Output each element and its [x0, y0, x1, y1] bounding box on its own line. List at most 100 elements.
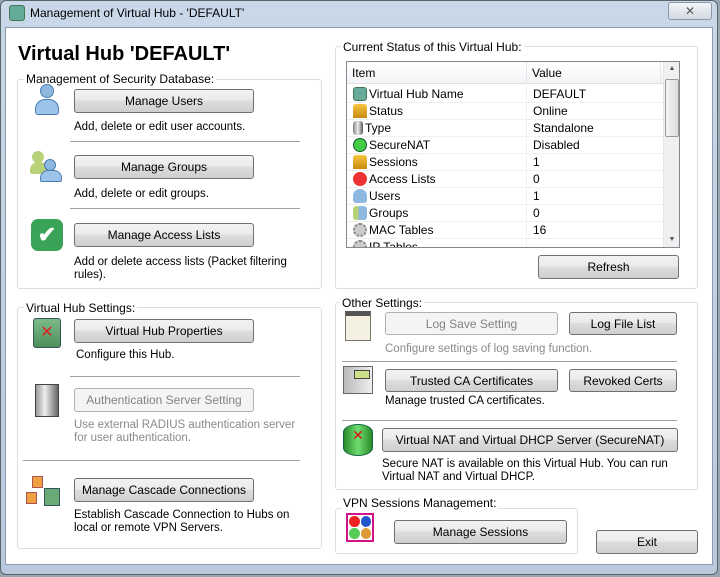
securenat-button[interactable]: Virtual NAT and Virtual DHCP Server (Sec…	[382, 428, 678, 452]
ca-desc: Manage trusted CA certificates.	[385, 395, 545, 407]
scroll-down-icon[interactable]: ▼	[664, 233, 679, 247]
row-value: Standalone	[533, 121, 594, 135]
clipboard-icon	[345, 311, 371, 341]
user-icon	[353, 189, 367, 203]
status-list: Item Value Virtual Hub Name DEFAULT Status…	[346, 61, 680, 248]
table-row[interactable]: Groups 0	[347, 205, 663, 222]
row-item: Users	[347, 188, 527, 204]
row-item: Access Lists	[347, 171, 527, 187]
securenat-desc: Secure NAT is available on this Virtual …	[382, 458, 668, 483]
row-item-label: Virtual Hub Name	[369, 87, 464, 101]
manage-users-desc: Add, delete or edit user accounts.	[74, 121, 246, 133]
manage-sessions-button[interactable]: Manage Sessions	[394, 520, 567, 544]
hub-settings-legend: Virtual Hub Settings:	[24, 301, 138, 315]
group-icon	[353, 206, 367, 220]
table-row[interactable]: Sessions 1	[347, 154, 663, 171]
row-item-label: Groups	[369, 206, 409, 220]
page-title: Virtual Hub 'DEFAULT'	[18, 43, 231, 65]
row-value: 0	[533, 172, 540, 186]
scrollbar[interactable]: ▲ ▼	[663, 62, 679, 247]
row-value: Disabled	[533, 138, 580, 152]
manage-users-button[interactable]: Manage Users	[74, 89, 254, 113]
group-icon	[30, 151, 64, 183]
log-file-list-button[interactable]: Log File List	[569, 312, 677, 335]
divider	[23, 460, 300, 461]
row-item: Type	[347, 120, 527, 136]
manage-access-lists-desc: Add or delete access lists (Packet filte…	[74, 256, 287, 281]
manage-cascade-connections-button[interactable]: Manage Cascade Connections	[74, 478, 254, 502]
refresh-button[interactable]: Refresh	[538, 255, 679, 279]
row-value: 1	[533, 189, 540, 203]
row-value	[527, 239, 533, 247]
virtual-hub-properties-button[interactable]: Virtual Hub Properties	[74, 319, 254, 343]
manage-cascade-desc: Establish Cascade Connection to Hubs on …	[74, 509, 290, 534]
authentication-server-setting-button[interactable]: Authentication Server Setting	[74, 388, 254, 412]
table-row[interactable]: Status Online	[347, 103, 663, 120]
revoked-certs-button[interactable]: Revoked Certs	[569, 369, 677, 392]
session-icon	[353, 155, 367, 169]
list-header: Item Value	[347, 62, 663, 84]
stop-icon	[353, 172, 367, 186]
row-value: 1	[533, 155, 540, 169]
router-icon: ✕	[343, 424, 373, 456]
sessions-icon	[346, 513, 374, 542]
status-legend: Current Status of this Virtual Hub:	[341, 40, 524, 54]
column-header-item[interactable]: Item	[347, 62, 527, 83]
row-item-label: MAC Tables	[369, 223, 434, 237]
server-icon	[35, 384, 59, 417]
scroll-up-icon[interactable]: ▲	[664, 62, 679, 76]
router-icon	[353, 138, 367, 152]
virtual-hub-properties-desc: Configure this Hub.	[76, 349, 175, 361]
table-row[interactable]: SecureNAT Disabled	[347, 137, 663, 154]
row-item-label: Sessions	[369, 155, 418, 169]
row-item-label: IP Tables	[369, 240, 418, 248]
authentication-server-desc: Use external RADIUS authentication serve…	[74, 419, 296, 444]
hub-icon	[9, 5, 25, 21]
divider	[342, 361, 677, 362]
manage-groups-desc: Add, delete or edit groups.	[74, 188, 209, 200]
table-row[interactable]: Users 1	[347, 188, 663, 205]
close-button[interactable]: ✕	[668, 2, 712, 20]
row-item: MAC Tables	[347, 222, 527, 238]
row-item: SecureNAT	[347, 137, 527, 153]
row-item: Sessions	[347, 154, 527, 170]
table-row[interactable]: Access Lists 0	[347, 171, 663, 188]
row-item: Virtual Hub Name	[347, 86, 527, 102]
table-row[interactable]: MAC Tables 16	[347, 222, 663, 239]
log-save-setting-button[interactable]: Log Save Setting	[385, 312, 558, 335]
gear-icon	[353, 240, 367, 247]
row-item: Status	[347, 103, 527, 119]
row-value: Online	[533, 104, 568, 118]
manage-access-lists-button[interactable]: Manage Access Lists	[74, 223, 254, 247]
table-row[interactable]: Virtual Hub Name DEFAULT	[347, 86, 663, 103]
trusted-ca-certificates-button[interactable]: Trusted CA Certificates	[385, 369, 558, 392]
window-title: Management of Virtual Hub - 'DEFAULT'	[30, 6, 245, 20]
row-item-label: SecureNAT	[369, 138, 431, 152]
exit-button[interactable]: Exit	[596, 530, 698, 554]
table-row[interactable]: IP Tables	[347, 239, 663, 248]
other-settings-legend: Other Settings:	[340, 296, 425, 310]
table-row[interactable]: Type Standalone	[347, 120, 663, 137]
divider	[342, 420, 677, 421]
divider	[70, 141, 300, 142]
divider	[70, 208, 300, 209]
divider	[70, 376, 300, 377]
gear-icon	[353, 223, 367, 237]
row-value: DEFAULT	[533, 87, 587, 101]
hub-properties-icon: ✕	[33, 318, 61, 348]
row-item-label: Status	[369, 104, 404, 118]
row-item: IP Tables	[347, 239, 527, 248]
server-icon	[353, 121, 363, 135]
cascade-icon	[26, 476, 62, 510]
scroll-thumb[interactable]	[665, 79, 679, 137]
row-item-label: Type	[365, 121, 392, 135]
manage-groups-button[interactable]: Manage Groups	[74, 155, 254, 179]
session-icon	[353, 104, 367, 118]
column-header-value[interactable]: Value	[527, 62, 661, 83]
hub-icon	[353, 87, 367, 101]
row-value: 16	[533, 223, 547, 237]
checkmark-icon: ✔	[31, 219, 63, 251]
row-value: 0	[533, 206, 540, 220]
row-item: Groups	[347, 205, 527, 221]
log-desc: Configure settings of log saving functio…	[385, 343, 593, 355]
